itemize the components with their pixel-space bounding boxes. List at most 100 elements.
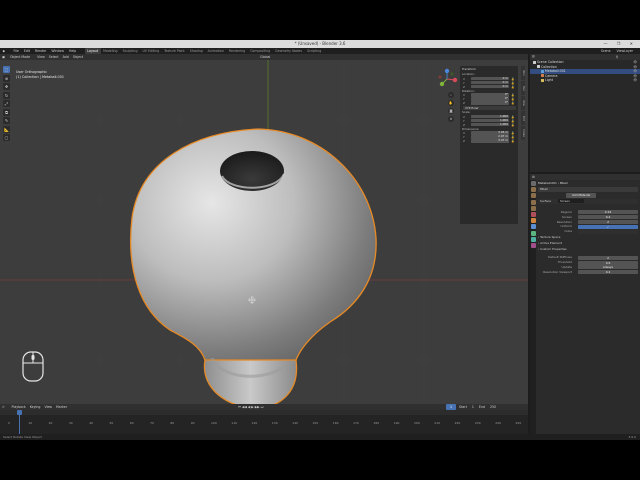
property-field[interactable]: 0.2 (578, 270, 638, 275)
rotation-x-field[interactable]: 0° (471, 92, 509, 97)
frame-ruler[interactable]: 0 10 20 30 40 50 60 70 80 90 100 110 120 130 140 150 160… (0, 410, 528, 425)
eye-icon[interactable]: 👁 (633, 78, 637, 83)
frame-tick-label: 220 (455, 421, 461, 425)
world-tab-icon[interactable] (530, 211, 536, 217)
add-material-button[interactable]: Add Material (566, 193, 597, 198)
frame-tick-label: 50 (110, 421, 114, 425)
object-tab-icon[interactable] (530, 218, 536, 224)
rotation-z-row: Z 0° 🔓 (463, 100, 516, 105)
tool-tab-icon[interactable] (530, 181, 536, 186)
rotation-mode-select[interactable]: XYZ Euler (463, 106, 516, 111)
location-axis-label: Z (463, 84, 465, 89)
property-field[interactable]: 0.4 (578, 215, 638, 220)
dimensions-axis-label: Z (463, 139, 465, 144)
npanel-tab-tool[interactable]: Tool (521, 81, 525, 95)
move-tool-icon[interactable]: ✥ (3, 83, 10, 90)
properties-editor-icon[interactable]: ⚙ (532, 175, 535, 179)
viewport-info: User Orthographic (1) Collection | Metab… (16, 70, 64, 79)
scale-tool-icon[interactable]: ⤢ (3, 100, 10, 107)
datablock-selector[interactable]: Mball (538, 187, 638, 192)
lock-icon[interactable]: 🔓 (511, 123, 514, 127)
frame-tick-label: 70 (150, 421, 154, 425)
navigation-gizmo-icon[interactable] (436, 68, 458, 90)
annotate-tool-icon[interactable]: ✎ (3, 117, 10, 124)
panel-section-active-element[interactable]: › Active Element (538, 241, 638, 246)
frame-tick-label: 130 (272, 421, 278, 425)
panel-section-texture-space[interactable]: › Texture Space (538, 235, 638, 240)
pan-hand-icon[interactable]: ✋ (448, 100, 454, 106)
property-field[interactable]: Always (578, 265, 638, 270)
grid-toggle-icon[interactable]: # (448, 116, 454, 122)
dimensions-z-field[interactable]: 3.47 m (471, 138, 509, 143)
add-cube-tool-icon[interactable]: ▢ (3, 134, 10, 141)
frame-tick-label: 150 (313, 421, 319, 425)
rotate-tool-icon[interactable]: ↻ (3, 91, 10, 99)
material-tab-icon[interactable] (530, 242, 536, 248)
property-field[interactable]: ✓ (578, 224, 638, 229)
frame-tick-label: 80 (170, 421, 174, 425)
modifier-tab-icon[interactable] (530, 224, 536, 230)
object-type-icon (541, 69, 544, 73)
lock-icon[interactable]: 🔓 (511, 85, 514, 89)
frame-tick-label: 250 (516, 421, 522, 425)
property-field[interactable]: 0.19 (578, 210, 638, 215)
select-tool-icon[interactable]: ⬚ (3, 66, 10, 73)
viewport-nav-buttons: ⌕ ✋ ◙ # (448, 92, 454, 124)
outliner: Scene Collection 👁 Collection 👁 Metaball.001… (530, 60, 640, 172)
scale-z-row: Z 1.000 🔓 (463, 122, 516, 127)
title-bar: * (Unsaved) - Blender 3.6 — ❐ ✕ (0, 40, 640, 48)
outliner-item-label: Collection (541, 64, 557, 69)
outliner-icon[interactable]: ☰ (532, 55, 535, 59)
npanel-tab-item[interactable]: Item (521, 66, 525, 80)
outliner-row[interactable]: Light 👁 (530, 78, 640, 83)
property-field[interactable]: 2 (578, 255, 638, 260)
cursor-tool-icon[interactable]: ⊕ (3, 74, 10, 82)
frame-tick-label: 100 (211, 421, 217, 425)
physics-tab-icon[interactable] (530, 230, 536, 236)
camera-view-icon[interactable]: ◙ (448, 108, 454, 114)
frame-tick-label: 190 (394, 421, 400, 425)
zoom-icon[interactable]: ⌕ (448, 92, 454, 98)
view-layer-tab-icon[interactable] (530, 199, 536, 205)
window-controls[interactable]: — ❐ ✕ (604, 40, 637, 48)
frame-tick-label: 200 (414, 421, 420, 425)
playhead-line (19, 415, 20, 436)
n-panel-tabs: Item Tool View Edit Create (521, 66, 526, 141)
lock-icon[interactable]: 🔓 (511, 139, 514, 143)
lock-icon[interactable]: 🔓 (511, 101, 514, 105)
transform-tool-icon[interactable]: ⧉ (3, 108, 10, 116)
npanel-tab-edit[interactable]: Edit (521, 111, 525, 125)
property-row: Cube (538, 229, 638, 234)
frame-tick-label: 240 (495, 421, 501, 425)
data-tab-icon[interactable] (530, 236, 536, 242)
version-label: 3.6.0 (628, 435, 636, 439)
frame-tick-label: 110 (231, 421, 237, 425)
frame-tick-label: 170 (353, 421, 359, 425)
object-type-icon (541, 74, 544, 77)
frame-tick-label: 160 (333, 421, 339, 425)
property-field[interactable]: 0.6 (578, 260, 638, 265)
3d-viewport[interactable]: ⬚ ⊕ ✥ ↻ ⤢ ⧉ ✎ 📐 ▢ User Orthographic (1) … (0, 60, 528, 404)
property-field[interactable]: 2 (578, 219, 638, 224)
rotation-z-field[interactable]: 0° (471, 100, 509, 105)
timeline-area[interactable]: 0 10 20 30 40 50 60 70 80 90 100 110 120 130 140 150 160… (0, 410, 528, 436)
npanel-tab-create[interactable]: Create (521, 126, 525, 140)
render-tab-icon[interactable] (530, 187, 536, 193)
scene-tab-icon[interactable] (530, 205, 536, 211)
outliner-item-label: Camera (545, 73, 558, 78)
scale-z-field[interactable]: 1.000 (471, 122, 509, 127)
frame-tick-label: 20 (49, 421, 53, 425)
measure-tool-icon[interactable]: 📐 (3, 125, 10, 133)
mode-select[interactable]: Screen (557, 199, 584, 203)
output-tab-icon[interactable] (530, 193, 536, 199)
property-field[interactable] (578, 229, 638, 234)
rotation-y-field[interactable]: 0° (471, 96, 509, 101)
blender-window: * (Unsaved) - Blender 3.6 — ❐ ✕ ◆ File Ed… (0, 40, 640, 440)
panel-section-custom-properties[interactable]: › Custom Properties (538, 247, 638, 252)
metaball-object[interactable] (129, 128, 377, 404)
mouse-hint-icon (22, 351, 44, 382)
location-z-field[interactable]: 0 m (471, 84, 509, 88)
npanel-tab-view[interactable]: View (521, 96, 525, 110)
active-object-label: (1) Collection | Metaball.001 (16, 74, 65, 79)
outliner-filter-icon[interactable]: ⚲ (616, 55, 618, 59)
